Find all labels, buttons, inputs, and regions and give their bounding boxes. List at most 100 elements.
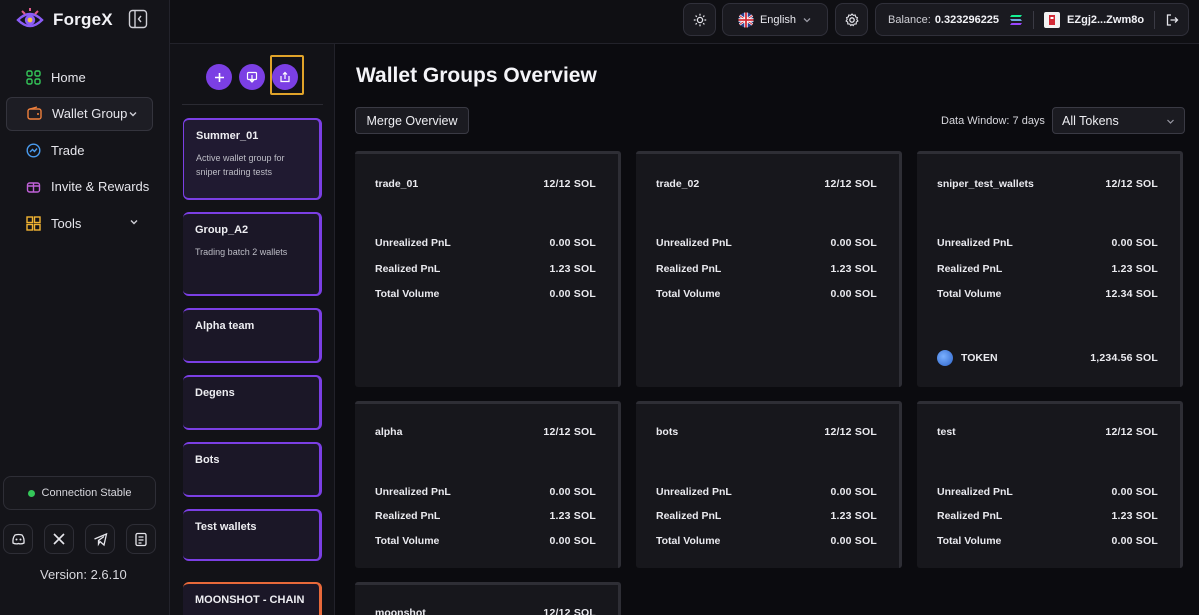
metric-label: Unrealized PnL [937,237,1013,249]
wallet-group-card[interactable]: alpha 12/12 SOL Unrealized PnL 0.00 SOL Re… [355,401,621,568]
nav-item-invite-rewards[interactable]: Invite & Rewards [6,170,153,204]
token-value: 1,234.56 SOL [1090,352,1158,364]
token-name: TOKEN [961,352,998,364]
wallet-group-card[interactable]: test 12/12 SOL Unrealized PnL 0.00 SOL Rea… [917,401,1183,568]
metric-label: Realized PnL [375,510,441,522]
wallet-group-card[interactable]: sniper_test_wallets 12/12 SOL Unrealized … [917,151,1183,387]
metric-label: Total Volume [937,535,1002,547]
card-name: sniper_test_wallets [937,178,1034,190]
metric-value: 1.23 SOL [830,510,877,522]
wallet-group-card[interactable]: bots 12/12 SOL Unrealized PnL 0.00 SOL Rea… [636,401,902,568]
metric-row: Unrealized PnL 0.00 SOL [375,237,596,249]
group-card[interactable]: Alpha team [183,308,322,363]
group-description: Active wallet group for sniper trading t… [196,153,285,177]
group-name: Summer_01 [196,130,259,142]
sidebar: ForgeX Home Wallet Group Trade Invite & … [0,0,170,615]
group-name: Group_A2 [195,224,249,236]
metric-value: 0.00 SOL [830,237,877,249]
divider [182,104,323,105]
gift-icon [26,182,41,193]
wallet-group-card[interactable]: moonshot 12/12 SOL [355,582,621,615]
metric-value: 0.00 SOL [830,535,877,547]
metric-row: Total Volume 0.00 SOL [375,535,596,547]
group-card[interactable]: Group_A2 Trading batch 2 wallets [183,212,322,296]
chevron-down-icon [1167,119,1174,124]
sidebar-toggle-icon[interactable] [128,9,148,29]
metric-label: Unrealized PnL [656,486,732,498]
group-name: Alpha team [195,320,255,332]
card-header: trade_01 12/12 SOL [375,178,596,190]
metric-row: Realized PnL 1.23 SOL [656,510,877,522]
nav-item-trade[interactable]: Trade [6,133,153,167]
group-card[interactable]: Summer_01 Active wallet group for sniper… [183,118,322,200]
metric-label: Unrealized PnL [375,486,451,498]
group-name: Bots [195,454,220,466]
brand[interactable]: ForgeX [16,7,113,33]
metric-label: Unrealized PnL [375,237,451,249]
nav-label: Wallet Group [52,106,128,121]
social-links [3,524,156,554]
metric-value: 0.00 SOL [549,535,596,547]
discord-icon [11,533,25,545]
app-name: ForgeX [53,10,113,29]
solana-icon [1010,14,1023,25]
nav-item-home[interactable]: Home [6,60,153,94]
card-count: 12/12 SOL [543,178,596,190]
token-filter-select[interactable]: All Tokens [1052,107,1185,134]
metric-label: Unrealized PnL [937,486,1013,498]
telegram-button[interactable] [85,524,115,554]
grid-icon [26,69,41,85]
metric-label: Total Volume [937,288,1002,300]
logout-icon[interactable] [1165,13,1179,27]
group-card[interactable]: MOONSHOT - CHAIN [183,582,322,615]
theme-toggle-button[interactable] [683,3,716,36]
nav-item-tools[interactable]: Tools [6,206,153,240]
settings-button[interactable] [835,3,868,36]
metric-row: Realized PnL 1.23 SOL [375,263,596,275]
wallet-group-card[interactable]: trade_01 12/12 SOL Unrealized PnL 0.00 SOL… [355,151,621,387]
balance-value: 0.323296225 [934,13,1000,26]
metric-row: Unrealized PnL 0.00 SOL [656,237,877,249]
metric-row: Total Volume 0.00 SOL [937,535,1158,547]
metric-label: Realized PnL [937,263,1003,275]
wallet-group-card[interactable]: trade_02 12/12 SOL Unrealized PnL 0.00 SOL… [636,151,902,387]
token-row: TOKEN 1,234.56 SOL [937,350,1158,366]
card-name: trade_02 [656,178,700,190]
chevron-down-icon [130,220,138,225]
nav-item-wallet-group[interactable]: Wallet Group [6,96,153,131]
card-name: trade_01 [375,178,419,190]
language-select[interactable]: English [722,3,828,36]
group-name: MOONSHOT - CHAIN [195,594,305,606]
wallet-address[interactable]: EZgj2...Zwm8o [1067,14,1144,26]
chevron-down-icon [129,111,137,116]
import-group-button[interactable] [239,64,265,90]
metric-row: Total Volume 12.34 SOL [937,288,1158,300]
token-info: TOKEN [937,350,998,366]
card-count: 12/12 SOL [543,607,596,615]
group-card[interactable]: Degens [183,375,322,430]
docs-button[interactable] [126,524,156,554]
wallet-group-list: Summer_01 Active wallet group for sniper… [170,44,335,615]
metric-row: Unrealized PnL 0.00 SOL [656,486,877,498]
metric-value: 12.34 SOL [1105,288,1158,300]
x-twitter-button[interactable] [44,524,74,554]
divider [1033,10,1035,29]
status-dot [27,489,35,497]
group-card[interactable]: Test wallets [183,509,322,561]
discord-button[interactable] [3,524,33,554]
app-version: Version: 2.6.10 [40,567,127,582]
card-count: 12/12 SOL [1105,426,1158,438]
metric-row: Realized PnL 1.23 SOL [937,510,1158,522]
chevron-down-icon [803,17,811,22]
metric-row: Unrealized PnL 0.00 SOL [937,486,1158,498]
x-icon [53,533,65,545]
card-name: alpha [375,426,403,438]
merge-overview-button[interactable]: Merge Overview [355,107,469,134]
metric-row: Unrealized PnL 0.00 SOL [375,486,596,498]
group-card[interactable]: Bots [183,442,322,497]
add-group-button[interactable] [206,64,232,90]
group-name: Test wallets [195,521,257,533]
metric-row: Realized PnL 1.23 SOL [375,510,596,522]
metric-value: 0.00 SOL [1111,237,1158,249]
metric-value: 1.23 SOL [549,263,596,275]
